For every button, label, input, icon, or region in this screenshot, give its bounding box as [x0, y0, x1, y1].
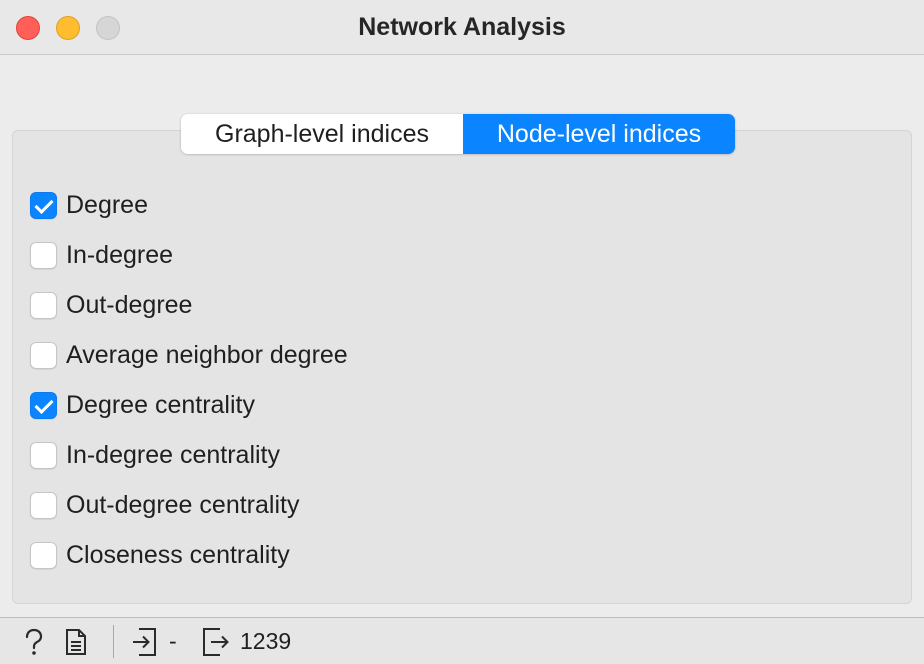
average-neighbor-degree-checkbox[interactable]: [30, 341, 57, 369]
option-label: Out-degree: [66, 290, 193, 319]
option-degree-centrality[interactable]: Degree centrality: [30, 380, 348, 430]
input-summary: -: [169, 618, 177, 664]
degree-centrality-checkbox[interactable]: [30, 391, 57, 419]
option-label: Degree: [66, 190, 148, 219]
input-value: -: [169, 628, 177, 654]
status-divider: [113, 625, 114, 658]
option-degree[interactable]: Degree: [30, 180, 348, 230]
closeness-centrality-checkbox[interactable]: [30, 541, 57, 569]
option-label: Average neighbor degree: [66, 340, 348, 369]
index-tabs: Graph-level indices Node-level indices: [181, 114, 735, 154]
window: Network Analysis Graph-level indices Nod…: [0, 0, 924, 664]
in-degree-centrality-checkbox[interactable]: [30, 441, 57, 469]
help-icon[interactable]: [22, 618, 46, 664]
option-out-degree[interactable]: Out-degree: [30, 280, 348, 330]
input-icon[interactable]: [131, 618, 159, 664]
output-value: 1239: [240, 628, 292, 654]
report-icon[interactable]: [65, 618, 87, 664]
option-in-degree-centrality[interactable]: In-degree centrality: [30, 430, 348, 480]
tab-graph-level-indices[interactable]: Graph-level indices: [181, 114, 463, 154]
option-label: Out-degree centrality: [66, 490, 300, 519]
option-label: In-degree centrality: [66, 440, 281, 469]
degree-checkbox[interactable]: [30, 191, 57, 219]
output-icon[interactable]: [202, 618, 230, 664]
option-closeness-centrality[interactable]: Closeness centrality: [30, 530, 348, 580]
option-label: Closeness centrality: [66, 540, 290, 569]
in-degree-checkbox[interactable]: [30, 241, 57, 269]
node-index-options: Degree In-degree Out-degree Average neig…: [30, 180, 348, 580]
option-average-neighbor-degree[interactable]: Average neighbor degree: [30, 330, 348, 380]
out-degree-centrality-checkbox[interactable]: [30, 491, 57, 519]
out-degree-checkbox[interactable]: [30, 291, 57, 319]
option-label: In-degree: [66, 240, 174, 269]
status-bar: - 1239: [0, 617, 924, 664]
option-in-degree[interactable]: In-degree: [30, 230, 348, 280]
option-out-degree-centrality[interactable]: Out-degree centrality: [30, 480, 348, 530]
option-label: Degree centrality: [66, 390, 255, 419]
title-bar[interactable]: Network Analysis: [0, 0, 924, 55]
output-summary: 1239: [240, 618, 291, 664]
tab-node-level-indices[interactable]: Node-level indices: [463, 114, 735, 154]
window-title: Network Analysis: [358, 13, 566, 41]
